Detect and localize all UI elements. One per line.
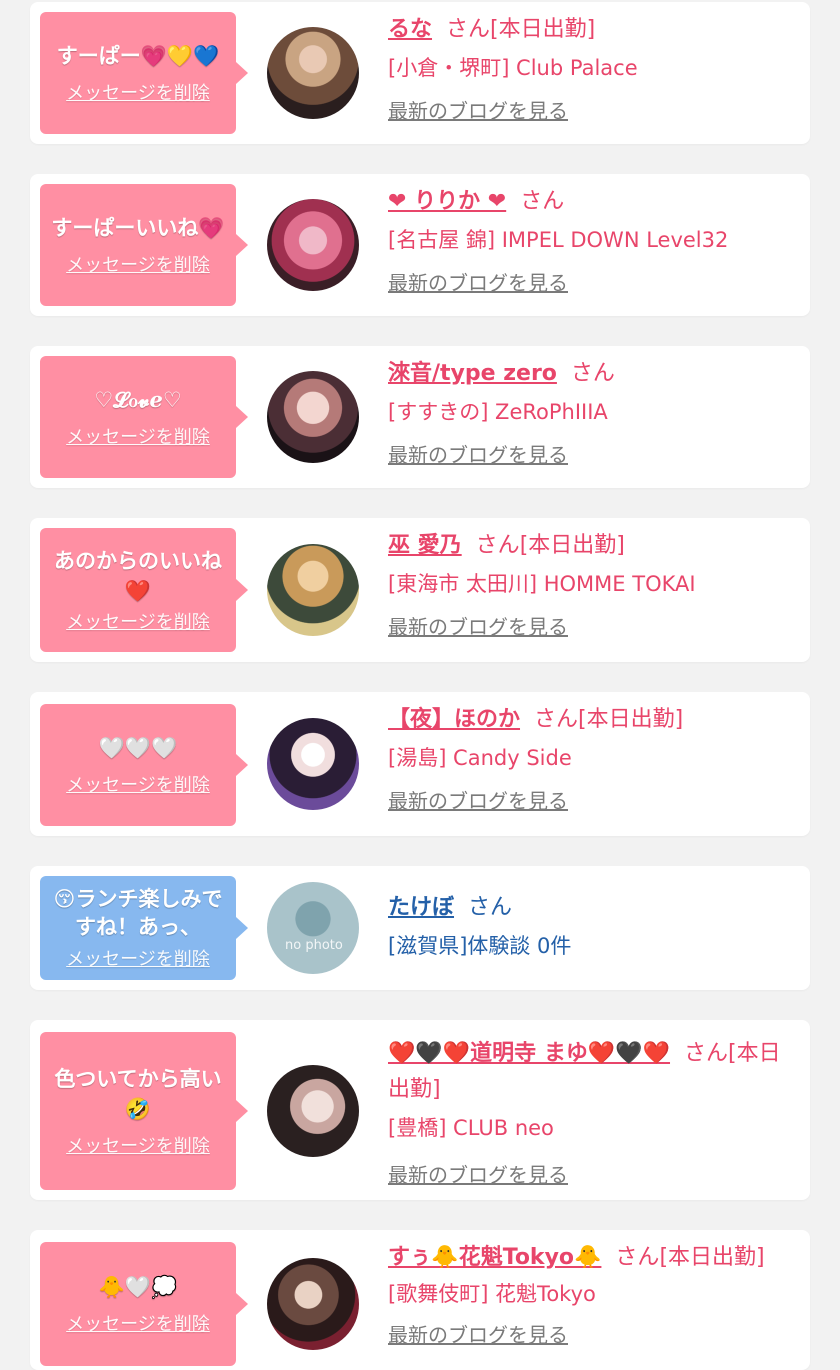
honorific: さん	[534, 707, 579, 732]
message-bubble: 😚ランチ楽しみですね！あっ、 メッセージを削除	[40, 876, 248, 980]
message-card: 😚ランチ楽しみですね！あっ、 メッセージを削除 no photo たけぼ さん […	[30, 866, 810, 990]
blog-link[interactable]: 最新のブログを見る	[388, 1320, 798, 1350]
no-photo-label: no photo	[285, 938, 343, 953]
avatar[interactable]	[267, 199, 359, 291]
message-bubble: すーぱー💗💛💙 メッセージを削除	[40, 12, 248, 134]
user-name-link[interactable]: るな	[388, 17, 432, 42]
avatar[interactable]	[267, 1065, 359, 1157]
message-card: すーぱー💗💛💙 メッセージを削除 るな さん[本日出勤] [小倉・堺町] Club…	[30, 2, 810, 144]
message-card: あのからのいいね❤️ メッセージを削除 巫 愛乃 さん[本日出勤] [東海市 太田…	[30, 518, 810, 662]
blog-link[interactable]: 最新のブログを見る	[388, 96, 798, 126]
attendance-badge: [本日出勤]	[519, 533, 625, 558]
user-name-link[interactable]: ❤ りりか ❤	[388, 189, 506, 214]
delete-message-link[interactable]: メッセージを削除	[66, 79, 210, 105]
message-text: すーぱーいいね💗	[51, 216, 225, 240]
shop-info: [小倉・堺町] Club Palace	[388, 56, 638, 80]
message-bubble: 🐥🤍💭 メッセージを削除	[40, 1242, 248, 1366]
delete-message-link[interactable]: メッセージを削除	[66, 1310, 210, 1336]
delete-message-link[interactable]: メッセージを削除	[66, 771, 210, 797]
message-text: 🐥🤍💭	[98, 1275, 178, 1299]
shop-info: [豊橋] CLUB neo	[388, 1116, 554, 1140]
avatar[interactable]	[267, 718, 359, 810]
delete-message-link[interactable]: メッセージを削除	[66, 251, 210, 277]
avatar[interactable]	[267, 27, 359, 119]
blog-link[interactable]: 最新のブログを見る	[388, 786, 798, 816]
shop-info: [湯島] Candy Side	[388, 746, 572, 770]
blog-link[interactable]: 最新のブログを見る	[388, 440, 798, 470]
user-name-link[interactable]: 【夜】ほのか	[388, 707, 520, 732]
message-text: 色ついてから高い🤣	[54, 1067, 222, 1121]
honorific: さん	[615, 1245, 660, 1270]
message-bubble: 色ついてから高い🤣 メッセージを削除	[40, 1032, 248, 1190]
message-card: 🤍🤍🤍 メッセージを削除 【夜】ほのか さん[本日出勤] [湯島] Candy S…	[30, 692, 810, 836]
message-card: 色ついてから高い🤣 メッセージを削除 ❤️🖤❤️道明寺 まゆ❤️🖤❤️ さん[本日…	[30, 1020, 810, 1200]
user-name-link[interactable]: すぅ🐥花魁Tokyo🐥	[388, 1245, 601, 1270]
honorific: さん	[475, 533, 520, 558]
shop-info: [すすきの] ZeRoPhIIIA	[388, 400, 608, 424]
shop-info: [歌舞伎町] 花魁Tokyo	[388, 1282, 596, 1306]
blog-link[interactable]: 最新のブログを見る	[388, 268, 798, 298]
blog-link[interactable]: 最新のブログを見る	[388, 612, 798, 642]
message-bubble: 🤍🤍🤍 メッセージを削除	[40, 704, 248, 826]
user-name-link[interactable]: 巫 愛乃	[388, 533, 462, 558]
delete-message-link[interactable]: メッセージを削除	[66, 945, 210, 971]
attendance-badge: [本日出勤]	[490, 17, 596, 42]
avatar[interactable]	[267, 544, 359, 636]
shop-info: [名古屋 錦] IMPEL DOWN Level32	[388, 228, 729, 252]
user-name-link[interactable]: 淶音/type zero	[388, 361, 557, 386]
message-card: 🐥🤍💭 メッセージを削除 すぅ🐥花魁Tokyo🐥 さん[本日出勤] [歌舞伎町] …	[30, 1230, 810, 1370]
delete-message-link[interactable]: メッセージを削除	[66, 1132, 210, 1158]
honorific: さん	[468, 895, 513, 920]
avatar[interactable]	[267, 1258, 359, 1350]
message-text: すーぱー💗💛💙	[56, 44, 220, 68]
delete-message-link[interactable]: メッセージを削除	[66, 423, 210, 449]
message-text: 🤍🤍🤍	[98, 736, 178, 760]
honorific: さん	[520, 189, 565, 214]
honorific: さん	[570, 361, 615, 386]
message-bubble: あのからのいいね❤️ メッセージを削除	[40, 528, 248, 652]
message-text: ♡𝓛ℴ𝓿ℯ♡	[94, 388, 182, 412]
message-text: あのからのいいね❤️	[54, 549, 222, 603]
message-bubble: すーぱーいいね💗 メッセージを削除	[40, 184, 248, 306]
avatar[interactable]	[267, 371, 359, 463]
attendance-badge: [本日出勤]	[659, 1245, 765, 1270]
message-card: ♡𝓛ℴ𝓿ℯ♡ メッセージを削除 淶音/type zero さん [すすきの] Ze…	[30, 346, 810, 488]
delete-message-link[interactable]: メッセージを削除	[66, 608, 210, 634]
shop-info: [滋賀県]体験談 0件	[388, 934, 572, 958]
message-bubble: ♡𝓛ℴ𝓿ℯ♡ メッセージを削除	[40, 356, 248, 478]
shop-info: [東海市 太田川] HOMME TOKAI	[388, 572, 696, 596]
honorific: さん	[446, 17, 491, 42]
message-text: 😚ランチ楽しみですね！あっ、	[53, 887, 223, 939]
message-card: すーぱーいいね💗 メッセージを削除 ❤ りりか ❤ さん [名古屋 錦] IMPE…	[30, 174, 810, 316]
attendance-badge: [本日出勤]	[578, 707, 684, 732]
honorific: さん	[684, 1041, 729, 1066]
user-name-link[interactable]: ❤️🖤❤️道明寺 まゆ❤️🖤❤️	[388, 1041, 670, 1066]
avatar[interactable]: no photo	[267, 882, 359, 974]
blog-link[interactable]: 最新のブログを見る	[388, 1160, 798, 1190]
user-name-link[interactable]: たけぼ	[388, 895, 454, 920]
